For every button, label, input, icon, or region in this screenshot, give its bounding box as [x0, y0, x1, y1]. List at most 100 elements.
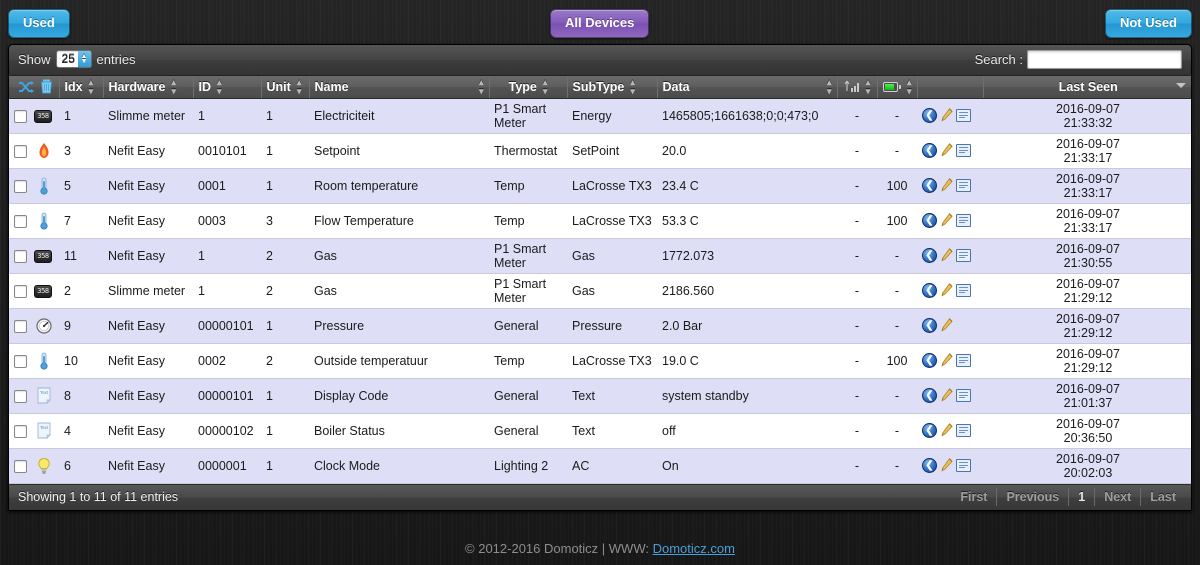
header-battery[interactable]	[877, 76, 918, 99]
edit-pencil-icon[interactable]	[940, 248, 953, 263]
log-back-button[interactable]: ❮	[922, 458, 937, 473]
notifications-log-icon[interactable]	[956, 284, 971, 297]
row-checkbox[interactable]	[14, 214, 27, 228]
table-row[interactable]: 358 11 Nefit Easy 1 2 Gas P1 Smart Meter Gas 177…	[9, 238, 1191, 274]
table-row[interactable]: 6 Nefit Easy 0000001 1 Clock Mode Lighting 2A…	[9, 448, 1191, 484]
header-idx[interactable]: Idx	[59, 76, 104, 99]
pagination-1[interactable]: 1	[1068, 487, 1094, 506]
log-back-button[interactable]: ❮	[922, 108, 937, 123]
log-back-button[interactable]: ❮	[922, 248, 937, 263]
notifications-log-icon[interactable]	[956, 214, 971, 227]
row-checkbox[interactable]	[14, 319, 27, 333]
cell-hardware: Nefit Easy	[103, 203, 193, 239]
row-checkbox[interactable]	[14, 284, 27, 298]
table-row[interactable]: 358 1 Slimme meter 1 1 Electriciteit P1 Smart …	[9, 98, 1191, 134]
cell-subtype: LaCrosse TX3	[567, 203, 657, 239]
edit-pencil-icon[interactable]	[940, 178, 953, 193]
edit-pencil-icon[interactable]	[940, 108, 953, 123]
edit-pencil-icon[interactable]	[940, 213, 953, 228]
edit-pencil-icon[interactable]	[940, 388, 953, 403]
log-back-button[interactable]: ❮	[922, 143, 937, 158]
header-id[interactable]: ID	[193, 76, 262, 99]
header-name[interactable]: Name	[309, 76, 490, 99]
not-used-button[interactable]: Not Used	[1104, 9, 1192, 38]
cell-data: 53.3 C	[657, 203, 837, 239]
domoticz-link[interactable]: Domoticz.com	[653, 541, 735, 556]
cell-name: Setpoint	[309, 133, 489, 169]
cell-battery: -	[877, 378, 917, 414]
row-checkbox[interactable]	[14, 179, 27, 193]
table-row[interactable]: 3 Nefit Easy 0010101 1 Setpoint Thermostat Set…	[9, 133, 1191, 169]
row-checkbox[interactable]	[14, 354, 27, 368]
shuffle-icon[interactable]	[18, 80, 34, 94]
used-button[interactable]: Used	[8, 9, 70, 38]
table-row[interactable]: Text 4 Nefit Easy 00000102 1 Boiler Status Gen…	[9, 413, 1191, 449]
all-devices-button[interactable]: All Devices	[550, 9, 650, 38]
pagination-last[interactable]: Last	[1140, 487, 1185, 506]
cell-name: Flow Temperature	[309, 203, 489, 239]
log-back-button[interactable]: ❮	[922, 388, 937, 403]
header-data[interactable]: Data	[657, 76, 838, 99]
notifications-log-icon[interactable]	[956, 144, 971, 157]
table-head: Idx Hardware ID Unit Name Type S	[9, 76, 1191, 99]
notifications-log-icon[interactable]	[956, 389, 971, 402]
search-input[interactable]	[1027, 50, 1182, 69]
pagination-next[interactable]: Next	[1094, 487, 1140, 506]
table-row[interactable]: 7 Nefit Easy 0003 3 Flow Temperature Temp LaCr…	[9, 203, 1191, 239]
log-back-button[interactable]: ❮	[922, 283, 937, 298]
table-row[interactable]: 5 Nefit Easy 0001 1 Room temperature Temp LaCr…	[9, 168, 1191, 204]
header-subtype[interactable]: SubType	[567, 76, 658, 99]
edit-pencil-icon[interactable]	[940, 143, 953, 158]
search-control: Search :	[975, 50, 1182, 69]
cell-idx: 2	[59, 273, 103, 309]
header-last-seen[interactable]: Last Seen	[983, 76, 1191, 99]
cell-actions: ❮	[917, 413, 983, 449]
edit-pencil-icon[interactable]	[940, 283, 953, 298]
log-back-button[interactable]: ❮	[922, 353, 937, 368]
log-back-button[interactable]: ❮	[922, 423, 937, 438]
trash-icon[interactable]	[40, 79, 53, 94]
header-type[interactable]: Type	[489, 76, 568, 99]
row-checkbox[interactable]	[14, 249, 27, 263]
table-row[interactable]: 9 Nefit Easy 00000101 1 Pressure General Press…	[9, 308, 1191, 344]
pagination-first[interactable]: First	[951, 488, 996, 506]
edit-pencil-icon[interactable]	[940, 423, 953, 438]
notifications-log-icon[interactable]	[956, 459, 971, 472]
edit-pencil-icon[interactable]	[940, 458, 953, 473]
cell-id: 00000101	[193, 378, 261, 414]
row-checkbox[interactable]	[14, 144, 27, 158]
cell-signal: -	[837, 343, 877, 379]
header-signal[interactable]	[837, 76, 878, 99]
edit-pencil-icon[interactable]	[940, 318, 953, 333]
row-checkbox[interactable]	[14, 389, 27, 403]
cell-type: P1 Smart Meter	[489, 98, 567, 134]
notifications-log-icon[interactable]	[956, 424, 971, 437]
notifications-log-icon[interactable]	[956, 354, 971, 367]
counter-icon: 358	[34, 107, 54, 125]
log-back-button[interactable]: ❮	[922, 213, 937, 228]
pagination-previous[interactable]: Previous	[996, 487, 1068, 506]
log-back-button[interactable]: ❮	[922, 178, 937, 193]
notifications-log-icon[interactable]	[956, 179, 971, 192]
row-checkbox[interactable]	[14, 424, 27, 438]
cell-hardware: Slimme meter	[103, 98, 193, 134]
notifications-log-icon[interactable]	[956, 109, 971, 122]
cell-idx: 11	[59, 238, 103, 274]
counter-icon: 358	[34, 282, 54, 300]
table-row[interactable]: 358 2 Slimme meter 1 2 Gas P1 Smart Meter Gas 21…	[9, 273, 1191, 309]
header-unit[interactable]: Unit	[261, 76, 310, 99]
table-row[interactable]: 10 Nefit Easy 0002 2 Outside temperatuur Temp…	[9, 343, 1191, 379]
thermometer-icon	[34, 212, 54, 230]
cell-actions: ❮	[917, 343, 983, 379]
row-checkbox[interactable]	[14, 459, 27, 473]
notifications-log-icon[interactable]	[956, 249, 971, 262]
table-row[interactable]: Text 8 Nefit Easy 00000101 1 Display Code Gene…	[9, 378, 1191, 414]
edit-pencil-icon[interactable]	[940, 353, 953, 368]
header-hardware[interactable]: Hardware	[103, 76, 194, 99]
log-back-button[interactable]: ❮	[922, 318, 937, 333]
cell-idx: 9	[59, 308, 103, 344]
page-length-select[interactable]: 25 ▲ ▼	[55, 50, 92, 68]
row-select-cell	[9, 168, 29, 204]
row-checkbox[interactable]	[14, 109, 27, 123]
cell-id: 00000102	[193, 413, 261, 449]
